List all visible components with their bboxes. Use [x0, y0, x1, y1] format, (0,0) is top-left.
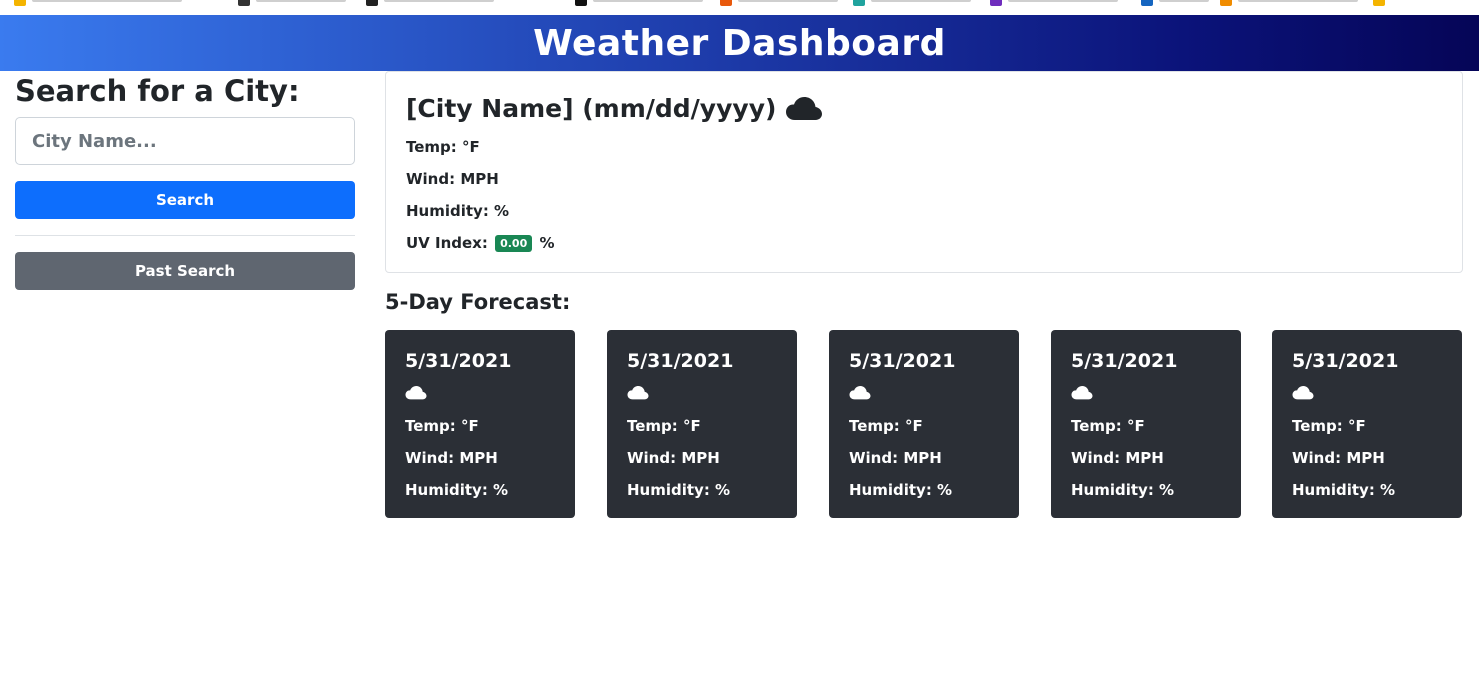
bookmark-favicon[interactable]	[720, 0, 732, 6]
cloud-icon	[405, 386, 427, 400]
forecast-card: 5/31/2021 Temp: °F Wind: MPH Humidity: %	[1051, 330, 1241, 518]
forecast-temp: Temp: °F	[849, 417, 923, 435]
bookmark-favicon[interactable]	[990, 0, 1002, 6]
search-button[interactable]: Search	[15, 181, 355, 219]
forecast-temp: Temp: °F	[1071, 417, 1145, 435]
forecast-wind: Wind: MPH	[1071, 449, 1164, 467]
forecast-humidity: Humidity: %	[1292, 481, 1396, 499]
current-weather-heading: [City Name] (mm/dd/yyyy)	[406, 94, 823, 123]
bookmark-label[interactable]	[738, 0, 838, 2]
bookmark-label[interactable]	[1159, 0, 1209, 2]
cloud-icon	[786, 96, 823, 120]
page-header: Weather Dashboard	[0, 15, 1479, 71]
bookmark-label[interactable]	[384, 0, 494, 2]
bookmark-favicon[interactable]	[1220, 0, 1232, 6]
bookmark-favicon[interactable]	[238, 0, 250, 6]
bookmark-label[interactable]	[1238, 0, 1358, 2]
forecast-card: 5/31/2021 Temp: °F Wind: MPH Humidity: %	[385, 330, 575, 518]
bookmark-favicon[interactable]	[853, 0, 865, 6]
forecast-date: 5/31/2021	[849, 350, 956, 372]
uv-index-label: UV Index:	[406, 234, 488, 252]
forecast-date: 5/31/2021	[405, 350, 512, 372]
bookmark-favicon[interactable]	[366, 0, 378, 6]
forecast-date: 5/31/2021	[627, 350, 734, 372]
forecast-date: 5/31/2021	[1071, 350, 1178, 372]
forecast-temp: Temp: °F	[405, 417, 479, 435]
bookmark-label[interactable]	[593, 0, 703, 2]
sidebar-divider	[15, 235, 355, 236]
city-search-input[interactable]	[15, 117, 355, 165]
forecast-wind: Wind: MPH	[1292, 449, 1385, 467]
forecast-card: 5/31/2021 Temp: °F Wind: MPH Humidity: %	[1272, 330, 1462, 518]
search-heading: Search for a City:	[15, 74, 300, 108]
forecast-humidity: Humidity: %	[1071, 481, 1175, 499]
forecast-temp: Temp: °F	[1292, 417, 1366, 435]
cloud-icon	[849, 386, 871, 400]
forecast-card: 5/31/2021 Temp: °F Wind: MPH Humidity: %	[829, 330, 1019, 518]
page-title: Weather Dashboard	[533, 22, 946, 64]
uv-index-suffix: %	[539, 234, 555, 252]
forecast-wind: Wind: MPH	[405, 449, 498, 467]
past-search-button[interactable]: Past Search	[15, 252, 355, 290]
current-weather-card: [City Name] (mm/dd/yyyy) Temp: °F Wind: …	[385, 71, 1463, 273]
bookmark-favicon[interactable]	[1141, 0, 1153, 6]
forecast-card: 5/31/2021 Temp: °F Wind: MPH Humidity: %	[607, 330, 797, 518]
current-temp: Temp: °F	[406, 138, 480, 156]
uv-index-badge: 0.00	[495, 235, 533, 252]
bookmark-label[interactable]	[871, 0, 971, 2]
cloud-icon	[1292, 386, 1314, 400]
forecast-date: 5/31/2021	[1292, 350, 1399, 372]
forecast-heading: 5-Day Forecast:	[385, 290, 571, 314]
forecast-humidity: Humidity: %	[627, 481, 731, 499]
current-wind: Wind: MPH	[406, 170, 499, 188]
forecast-wind: Wind: MPH	[627, 449, 720, 467]
current-uv-index: UV Index: 0.00 %	[406, 234, 555, 252]
forecast-temp: Temp: °F	[627, 417, 701, 435]
bookmarks-bar	[0, 0, 1479, 15]
bookmark-label[interactable]	[32, 0, 182, 2]
bookmark-favicon[interactable]	[1373, 0, 1385, 6]
city-date-title: [City Name] (mm/dd/yyyy)	[406, 94, 777, 123]
bookmark-favicon[interactable]	[575, 0, 587, 6]
bookmark-label[interactable]	[1008, 0, 1118, 2]
forecast-humidity: Humidity: %	[849, 481, 953, 499]
forecast-humidity: Humidity: %	[405, 481, 509, 499]
cloud-icon	[627, 386, 649, 400]
bookmark-label[interactable]	[256, 0, 346, 2]
forecast-wind: Wind: MPH	[849, 449, 942, 467]
current-humidity: Humidity: %	[406, 202, 510, 220]
bookmark-favicon[interactable]	[14, 0, 26, 6]
cloud-icon	[1071, 386, 1093, 400]
